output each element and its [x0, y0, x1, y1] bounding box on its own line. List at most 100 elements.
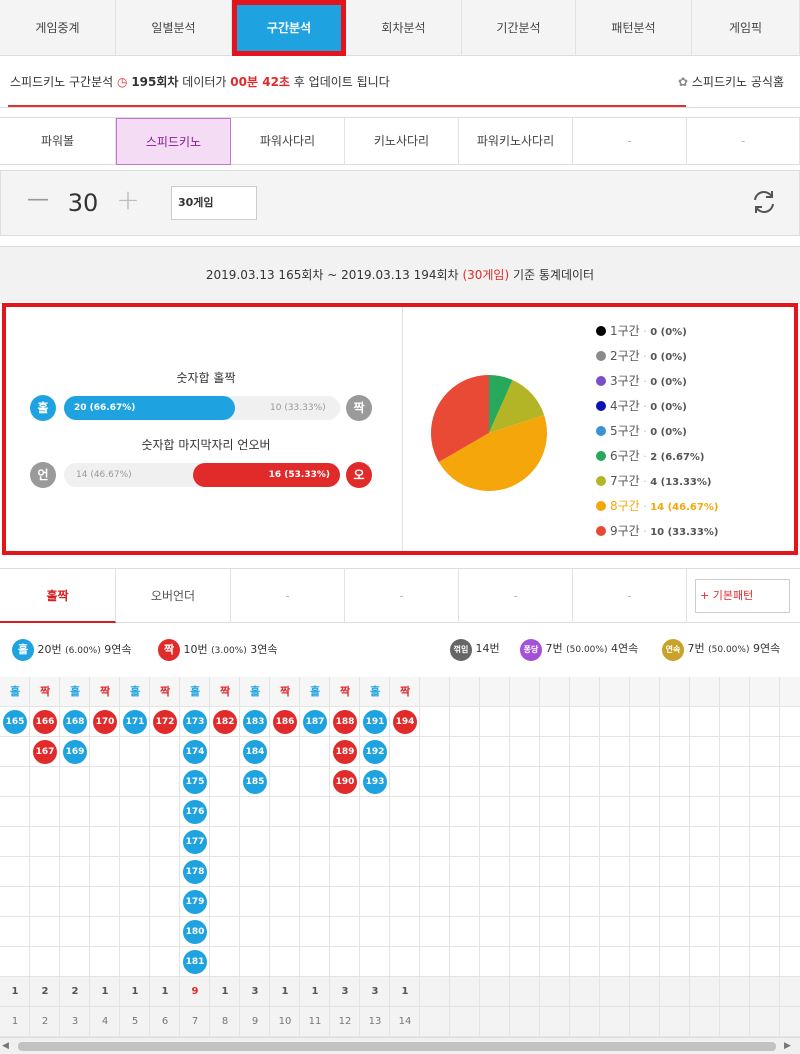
column-head: 홀 — [369, 685, 381, 698]
date-range-text: 2019.03.13 165회차 ~ 2019.03.13 194회차 — [205, 268, 459, 282]
grid-cell — [450, 767, 480, 797]
top-tab-7[interactable]: 게임픽 — [692, 0, 800, 56]
top-tab-1[interactable]: 게임중계 — [0, 0, 116, 56]
over-fill: 16 (53.33%) — [193, 463, 340, 487]
pong-summary-pct: (50.00%) — [566, 645, 608, 655]
grid-cell — [510, 917, 540, 947]
grid-cell — [720, 767, 750, 797]
legend-dot-icon — [596, 351, 606, 361]
grid-cell — [510, 977, 540, 1007]
game-tab-3[interactable]: 파워사다리 — [231, 118, 345, 165]
game-tab-2[interactable]: 스피드키노 — [116, 118, 231, 165]
grid-cell — [690, 1007, 720, 1037]
plus-button[interactable]: + — [115, 183, 141, 216]
grid-cell — [150, 737, 180, 767]
legend-separator: · — [639, 525, 651, 538]
grid-cell — [780, 947, 800, 977]
grid-cell — [240, 797, 270, 827]
grid-cell — [330, 827, 360, 857]
grid-cell — [780, 827, 800, 857]
grid-cell — [750, 677, 780, 707]
streak-count: 3 — [371, 986, 379, 997]
grid-cell — [660, 947, 690, 977]
grid-cell — [120, 767, 150, 797]
grid-cell — [780, 707, 800, 737]
game-tab-1[interactable]: 파워볼 — [0, 118, 116, 165]
scroll-thumb[interactable] — [18, 1042, 776, 1051]
grid-cell — [90, 797, 120, 827]
grid-cell — [780, 737, 800, 767]
scroll-left-arrow[interactable]: ◀ — [2, 1041, 9, 1051]
pattern-tab-4[interactable]: - — [345, 569, 459, 623]
update-notice: 스피드키노 구간분석 ◷ 195회차 데이터가 00분 42초 후 업데이트 됩… — [10, 73, 390, 90]
column-index: 5 — [131, 1016, 139, 1027]
legend-label: 4구간 — [610, 399, 640, 413]
basic-pattern-button[interactable]: + 기본패턴 — [695, 579, 790, 613]
pattern-tab-6[interactable]: - — [573, 569, 687, 623]
grid-cell — [240, 857, 270, 887]
pattern-tab-2[interactable]: 오버언더 — [116, 569, 231, 623]
streak-count: 1 — [221, 986, 229, 997]
game-tab-5[interactable]: 파워키노사다리 — [459, 118, 573, 165]
grid-cell — [540, 797, 570, 827]
section-pie-chart — [431, 375, 547, 491]
pattern-summary: 홀 20번 (6.00%) 9연속 짝 10번 (3.00%) 3연속 꺾임 1… — [0, 624, 800, 676]
game-tab-6[interactable]: - — [573, 118, 687, 165]
top-tab-2[interactable]: 일별분석 — [116, 0, 232, 56]
round-ball: 181 — [183, 950, 207, 974]
round-ball: 189 — [333, 740, 357, 764]
round-ball: 173 — [183, 710, 207, 734]
game-tab-4[interactable]: 키노사다리 — [345, 118, 459, 165]
round-ball: 178 — [183, 860, 207, 884]
top-tab-6[interactable]: 패턴분석 — [576, 0, 692, 56]
grid-cell — [210, 917, 240, 947]
grid-cell — [510, 797, 540, 827]
grid-cell — [480, 767, 510, 797]
top-tab-3[interactable]: 구간분석 — [232, 0, 346, 56]
top-tab-4[interactable]: 회차분석 — [346, 0, 462, 56]
grid-cell — [210, 857, 240, 887]
grid-cell — [570, 1007, 600, 1037]
legend-dot-icon — [596, 326, 606, 336]
grid-cell — [480, 707, 510, 737]
legend-value: 0 (0%) — [650, 377, 687, 388]
refresh-icon[interactable] — [749, 187, 779, 217]
grid-cell — [720, 887, 750, 917]
grid-cell — [330, 947, 360, 977]
grid-cell — [270, 797, 300, 827]
horizontal-scrollbar[interactable]: ◀ ▶ — [0, 1037, 800, 1054]
legend-separator: · — [639, 400, 651, 413]
odd-fill-label: 20 (66.67%) — [74, 403, 136, 413]
grid-cell — [390, 827, 420, 857]
minus-button[interactable]: — — [25, 187, 51, 212]
official-link[interactable]: ✿ 스피드키노 공식홈 — [678, 73, 784, 90]
break-summary-badge: 꺾임 — [450, 639, 472, 661]
grid-cell — [780, 917, 800, 947]
pattern-tab-5[interactable]: - — [459, 569, 573, 623]
grid-cell — [240, 887, 270, 917]
even-summary-streak: 3연속 — [250, 643, 278, 656]
pattern-tab-3[interactable]: - — [231, 569, 345, 623]
grid-cell — [420, 947, 450, 977]
column-index: 2 — [41, 1016, 49, 1027]
grid-cell — [60, 827, 90, 857]
column-index: 3 — [71, 1016, 79, 1027]
grid-cell — [720, 707, 750, 737]
grid-cell — [720, 827, 750, 857]
game-tab-7[interactable]: - — [687, 118, 800, 165]
grid-cell — [150, 797, 180, 827]
round-ball: 165 — [3, 710, 27, 734]
grid-cell — [450, 857, 480, 887]
grid-cell — [630, 887, 660, 917]
legend-separator: · — [639, 425, 651, 438]
game-count-select[interactable]: 30게임 — [171, 186, 257, 220]
top-tab-5[interactable]: 기간분석 — [462, 0, 576, 56]
pattern-tab-1[interactable]: 홀짝 — [0, 569, 116, 623]
column-index: 14 — [398, 1016, 412, 1027]
grid-cell — [720, 857, 750, 887]
grid-cell — [690, 857, 720, 887]
grid-cell — [600, 767, 630, 797]
scroll-right-arrow[interactable]: ▶ — [784, 1041, 791, 1051]
grid-cell — [210, 737, 240, 767]
round-ball: 184 — [243, 740, 267, 764]
